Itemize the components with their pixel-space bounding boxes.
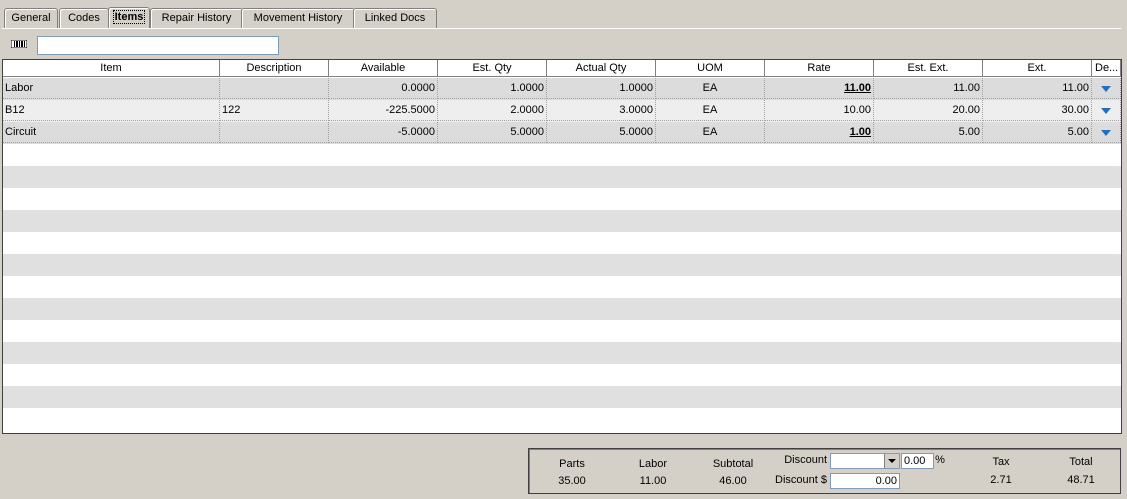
column-header-ext[interactable]: Ext.: [983, 60, 1092, 77]
discount-label: Discount: [784, 454, 827, 466]
item-filter-input[interactable]: [37, 36, 279, 55]
discount-amount-label: Discount $: [775, 474, 827, 486]
tab-codes[interactable]: Codes: [59, 8, 109, 28]
cell-available[interactable]: -225.5000: [329, 100, 438, 121]
empty-row: [3, 320, 1121, 342]
dropdown-arrow-icon[interactable]: [884, 454, 899, 468]
tab-codes-label: Codes: [68, 12, 100, 24]
cell-est-ext[interactable]: 5.00: [874, 122, 983, 143]
cell-description[interactable]: [220, 78, 329, 99]
table-row[interactable]: Labor 0.0000 1.0000 1.0000 EA 11.00 11.0…: [3, 78, 1121, 100]
column-header-available[interactable]: Available: [329, 60, 438, 77]
tab-general[interactable]: General: [4, 8, 58, 28]
cell-est-ext[interactable]: 11.00: [874, 78, 983, 99]
empty-row: [3, 386, 1121, 408]
column-header-description[interactable]: Description: [220, 60, 329, 77]
cell-detail: [1092, 122, 1121, 143]
column-header-detail[interactable]: De...: [1092, 60, 1121, 77]
subtotal-value: 46.00: [719, 475, 747, 487]
empty-row: [3, 232, 1121, 254]
discount-type-select[interactable]: [830, 453, 900, 469]
cell-item[interactable]: Labor: [3, 78, 220, 99]
discount-percent-input[interactable]: 0.00: [901, 453, 934, 469]
table-row[interactable]: B12 122 -225.5000 2.0000 3.0000 EA 10.00…: [3, 100, 1121, 122]
tab-repair-history-label: Repair History: [161, 12, 232, 24]
cell-uom[interactable]: EA: [656, 122, 765, 143]
percent-sign: %: [935, 454, 945, 466]
empty-row: [3, 144, 1121, 166]
total-label: Total: [1069, 456, 1093, 468]
empty-row: [3, 166, 1121, 188]
items-grid: Item Description Available Est. Qty Actu…: [2, 59, 1122, 434]
cell-actual-qty[interactable]: 3.0000: [547, 100, 656, 121]
tab-linked-docs-label: Linked Docs: [364, 12, 426, 24]
empty-row: [3, 298, 1121, 320]
cell-uom[interactable]: EA: [656, 78, 765, 99]
column-header-actual-qty[interactable]: Actual Qty: [547, 60, 656, 77]
labor-label: Labor: [638, 458, 668, 470]
cell-actual-qty[interactable]: 5.0000: [547, 122, 656, 143]
empty-row: [3, 408, 1121, 430]
cell-detail: [1092, 100, 1121, 121]
tab-linked-docs[interactable]: Linked Docs: [353, 8, 437, 28]
tab-movement-history[interactable]: Movement History: [241, 8, 355, 28]
total-value: 48.71: [1067, 474, 1095, 486]
table-row[interactable]: Circuit -5.0000 5.0000 5.0000 EA 1.00 5.…: [3, 122, 1121, 144]
column-header-rate[interactable]: Rate: [765, 60, 874, 77]
cell-detail: [1092, 78, 1121, 99]
empty-row: [3, 188, 1121, 210]
cell-est-qty[interactable]: 2.0000: [438, 100, 547, 121]
tab-divider: [2, 28, 1121, 29]
column-header-item[interactable]: Item: [3, 60, 220, 77]
empty-row: [3, 364, 1121, 386]
cell-actual-qty[interactable]: 1.0000: [547, 78, 656, 99]
chevron-down-icon[interactable]: [1092, 122, 1119, 142]
empty-row: [3, 276, 1121, 298]
empty-row: [3, 254, 1121, 276]
discount-amount-input[interactable]: 0.00: [830, 473, 900, 489]
tax-value: 2.71: [990, 474, 1012, 486]
column-header-uom[interactable]: UOM: [656, 60, 765, 77]
totals-panel: Parts 35.00 Labor 11.00 Subtotal 46.00 D…: [528, 448, 1121, 494]
tab-items[interactable]: Items: [108, 7, 150, 28]
tax-label: Tax: [992, 456, 1010, 468]
cell-rate-link[interactable]: 1.00: [765, 122, 874, 143]
cell-rate[interactable]: 10.00: [765, 100, 874, 121]
cell-ext[interactable]: 5.00: [983, 122, 1092, 143]
tab-items-label: Items: [112, 10, 146, 24]
cell-item[interactable]: B12: [3, 100, 220, 121]
cell-available[interactable]: 0.0000: [329, 78, 438, 99]
grid-header: Item Description Available Est. Qty Actu…: [3, 60, 1121, 78]
tab-movement-history-label: Movement History: [253, 12, 343, 24]
cell-est-qty[interactable]: 5.0000: [438, 122, 547, 143]
empty-row: [3, 342, 1121, 364]
cell-description[interactable]: [220, 122, 329, 143]
column-header-est-qty[interactable]: Est. Qty: [438, 60, 547, 77]
labor-value: 11.00: [639, 475, 667, 487]
cell-uom[interactable]: EA: [656, 100, 765, 121]
parts-value: 35.00: [558, 475, 586, 487]
tab-general-label: General: [11, 12, 51, 24]
empty-row: [3, 210, 1121, 232]
cell-rate-link[interactable]: 11.00: [765, 78, 874, 99]
cell-est-ext[interactable]: 20.00: [874, 100, 983, 121]
cell-description[interactable]: 122: [220, 100, 329, 121]
cell-ext[interactable]: 11.00: [983, 78, 1092, 99]
barcode-icon[interactable]: [11, 40, 27, 48]
cell-est-qty[interactable]: 1.0000: [438, 78, 547, 99]
subtotal-label: Subtotal: [712, 458, 754, 470]
tab-repair-history[interactable]: Repair History: [150, 8, 243, 28]
column-header-est-ext[interactable]: Est. Ext.: [874, 60, 983, 77]
cell-available[interactable]: -5.0000: [329, 122, 438, 143]
chevron-down-icon[interactable]: [1092, 100, 1119, 120]
cell-ext[interactable]: 30.00: [983, 100, 1092, 121]
parts-label: Parts: [559, 458, 585, 470]
chevron-down-icon[interactable]: [1092, 78, 1119, 98]
cell-item[interactable]: Circuit: [3, 122, 220, 143]
